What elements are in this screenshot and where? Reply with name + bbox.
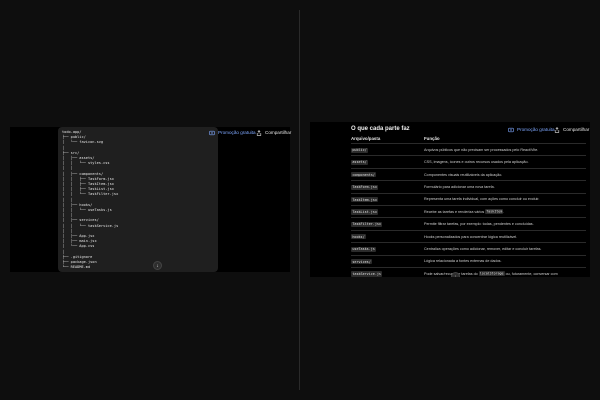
section-title: O que cada parte faz <box>351 126 410 132</box>
file-description: Permite filtrar tarefas, por exemplo: to… <box>424 222 534 227</box>
code-text: todo-app/ ├── public/ │ └── favicon.svg … <box>62 130 119 270</box>
col-header-file: Arquivo/pasta <box>351 136 381 141</box>
file-name: public/ <box>351 147 369 153</box>
file-name: assets/ <box>351 159 369 166</box>
table-row: taskService.js Pode salvar/recuperar tare… <box>351 266 586 277</box>
promo-button-right[interactable]: Promoção gratuita <box>508 125 555 134</box>
scroll-down-button[interactable]: ↓ <box>153 261 162 270</box>
file-name: TaskFilter.jsx <box>351 221 383 228</box>
file-description: Formulário para adicionar uma nova taref… <box>424 184 495 189</box>
promo-label: Promoção gratuita <box>517 127 555 132</box>
table-row: TaskItem.jsx Representa uma tarefa indivi… <box>351 192 586 205</box>
share-button[interactable]: Compartilhar <box>256 128 291 137</box>
file-description: Centraliza operações como adicionar, rem… <box>424 246 542 251</box>
file-description: CSS, imagens, ícones e outros recursos u… <box>424 160 529 165</box>
file-description: Hooks personalizados para concentrar lóg… <box>424 234 518 239</box>
file-name: TaskForm.jsx <box>351 184 379 190</box>
split-divider[interactable] <box>299 10 300 390</box>
file-name: services/ <box>351 259 373 265</box>
col-header-function: Função <box>424 136 440 141</box>
table-row: TaskFilter.jsx Permite filtrar tarefas, p… <box>351 217 586 229</box>
table-row: useTasks.js Centraliza operações como adi… <box>351 242 586 254</box>
table-row: services/Lógica relacionada a fontes ext… <box>351 254 586 267</box>
table-row: assets/CSS, imagens, ícones e outros rec… <box>351 155 586 167</box>
table-row: hooks/Hooks personalizados para concentr… <box>351 229 586 242</box>
inline-code: localStorage <box>478 271 505 277</box>
file-description: Representa uma tarefa individual, com aç… <box>424 197 540 202</box>
file-name: TaskList.jsx <box>351 209 379 215</box>
promo-label: Promoção gratuita <box>218 130 256 135</box>
inline-code: TaskItem <box>485 209 504 215</box>
file-description: Lógica relacionada a fontes externas de … <box>424 259 502 264</box>
file-description: Arquivos públicos que não precisam ser p… <box>424 147 539 152</box>
split-view: todo-app/ ├── public/ │ └── favicon.svg … <box>0 0 600 400</box>
table-row: components/Componentes visuais reutilizá… <box>351 167 586 180</box>
promo-icon <box>209 130 215 135</box>
file-name: useTasks.js <box>351 246 377 252</box>
arrow-down-icon: ↓ <box>454 273 457 278</box>
arrow-down-icon: ↓ <box>156 262 159 269</box>
right-panel: O que cada parte faz Promoção gratuita C… <box>310 122 590 277</box>
table-row: TaskList.jsx Recebe as tarefas e renderiz… <box>351 204 586 217</box>
scroll-down-button-right[interactable]: ↓ <box>451 272 460 277</box>
share-label: Compartilhar <box>563 127 590 132</box>
file-description: Pode salvar/recuperar tarefas do localSt… <box>424 271 558 277</box>
share-label: Compartilhar <box>265 130 292 135</box>
file-description: Recebe as tarefas e renderiza vários Tas… <box>424 209 505 215</box>
code-block: todo-app/ ├── public/ │ └── favicon.svg … <box>58 127 218 272</box>
promo-icon <box>508 127 514 132</box>
table-row: public/Arquivos públicos que não precisa… <box>351 143 586 155</box>
share-icon <box>256 129 262 136</box>
file-name: TaskItem.jsx <box>351 197 379 203</box>
table-row: TaskForm.jsx Formulário para adicionar um… <box>351 180 586 192</box>
left-gutter <box>10 127 57 272</box>
file-name: hooks/ <box>351 234 367 240</box>
table-body: public/Arquivos públicos que não precisa… <box>351 143 586 277</box>
promo-button[interactable]: Promoção gratuita <box>209 128 256 137</box>
file-name: taskService.js <box>351 271 383 277</box>
share-icon <box>554 126 560 133</box>
file-name: components/ <box>351 172 377 178</box>
left-panel: todo-app/ ├── public/ │ └── favicon.svg … <box>10 127 291 272</box>
file-description: Componentes visuais reutilizáveis da apl… <box>424 172 503 177</box>
share-button-right[interactable]: Compartilhar <box>554 125 589 134</box>
